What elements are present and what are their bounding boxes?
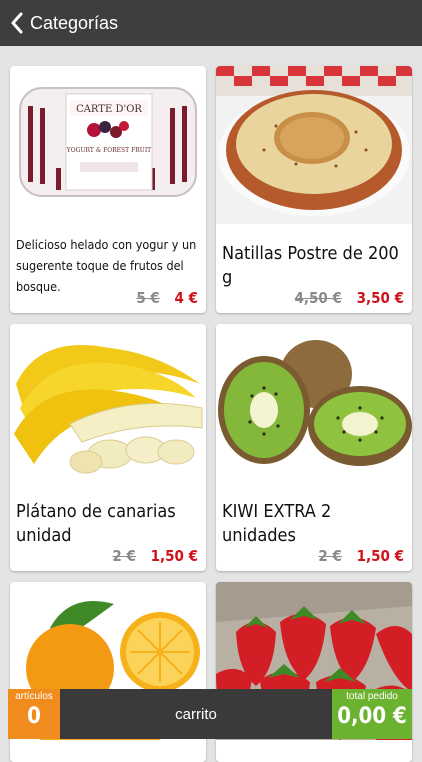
product-name: Plátano de canarias unidad <box>16 501 176 546</box>
articles-count-box: artículos 0 <box>8 689 60 739</box>
product-image-kiwis <box>216 324 412 482</box>
page-title: Categorías <box>30 12 119 33</box>
product-image-custard <box>216 66 412 224</box>
product-prices: 4,50 € 3,50 € <box>295 289 404 307</box>
product-prices: 2 € 1,50 € <box>112 547 198 565</box>
product-card[interactable]: Plátano de canarias unidad 2 € 1,50 € <box>10 324 206 571</box>
back-button[interactable]: Categorías <box>10 12 118 34</box>
product-card[interactable]: Natillas Postre de 200 g 4,50 € 3,50 € <box>216 66 412 313</box>
product-name: Natillas Postre de 200 g <box>222 243 399 288</box>
svg-text:CARTE D'OR: CARTE D'OR <box>76 104 142 115</box>
new-price: 1,50 € <box>150 547 198 565</box>
total-label: total pedido <box>346 691 398 702</box>
articles-label: artículos <box>15 691 53 702</box>
old-price: 4,50 € <box>294 289 342 307</box>
product-prices: 2 € 1,50 € <box>318 547 404 565</box>
new-price: 3,50 € <box>356 289 404 307</box>
total-value: 0,00 € <box>337 704 407 729</box>
old-price: 2 € <box>318 547 342 565</box>
cart-bar[interactable]: artículos 0 carrito total pedido 0,00 € <box>8 689 412 739</box>
product-name: Delicioso helado con yogur y un sugerent… <box>16 237 197 294</box>
old-price: 2 € <box>112 547 136 565</box>
product-prices: 5 € 4 € <box>136 289 198 307</box>
articles-count: 0 <box>27 704 41 729</box>
cart-label: carrito <box>175 705 217 723</box>
product-image-bananas <box>10 324 206 482</box>
product-image-ice-cream: CARTE D'OR YOGURT & FOREST FRUIT <box>10 66 206 224</box>
new-price: 4 € <box>174 289 198 307</box>
product-name: KIWI EXTRA 2 unidades <box>222 501 332 546</box>
old-price: 5 € <box>136 289 160 307</box>
product-card[interactable]: CARTE D'OR YOGURT & FOREST FRUIT Delicio… <box>10 66 206 313</box>
chevron-left-icon <box>11 12 23 34</box>
svg-text:YOGURT & FOREST FRUIT: YOGURT & FOREST FRUIT <box>66 147 151 154</box>
top-bar: Categorías <box>0 0 422 46</box>
cart-button[interactable]: carrito <box>60 689 332 739</box>
product-card[interactable]: KIWI EXTRA 2 unidades 2 € 1,50 € <box>216 324 412 571</box>
order-total-box: total pedido 0,00 € <box>332 689 412 739</box>
new-price: 1,50 € <box>356 547 404 565</box>
